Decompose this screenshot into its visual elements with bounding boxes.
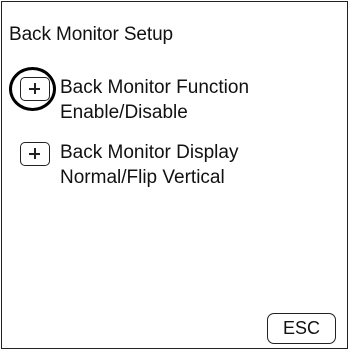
esc-button[interactable]: ESC [267, 313, 336, 344]
menu-item-label: Back Monitor Display Normal/Flip Vertica… [60, 140, 238, 190]
plus-icon[interactable] [20, 142, 50, 166]
menu-item-subtitle: Enable/Disable [60, 102, 188, 123]
back-monitor-setup-screen: Back Monitor Setup Back Monitor Function… [1, 1, 348, 349]
menu-item-back-monitor-function[interactable]: Back Monitor Function Enable/Disable [9, 67, 336, 131]
menu-item-label: Back Monitor Function Enable/Disable [60, 75, 249, 125]
plus-icon[interactable] [20, 77, 50, 101]
menu-item-back-monitor-display[interactable]: Back Monitor Display Normal/Flip Vertica… [16, 140, 336, 196]
menu-item-title: Back Monitor Display [60, 142, 239, 163]
page-title: Back Monitor Setup [9, 24, 174, 45]
menu-item-subtitle: Normal/Flip Vertical [60, 167, 225, 188]
menu-item-title: Back Monitor Function [60, 77, 250, 98]
